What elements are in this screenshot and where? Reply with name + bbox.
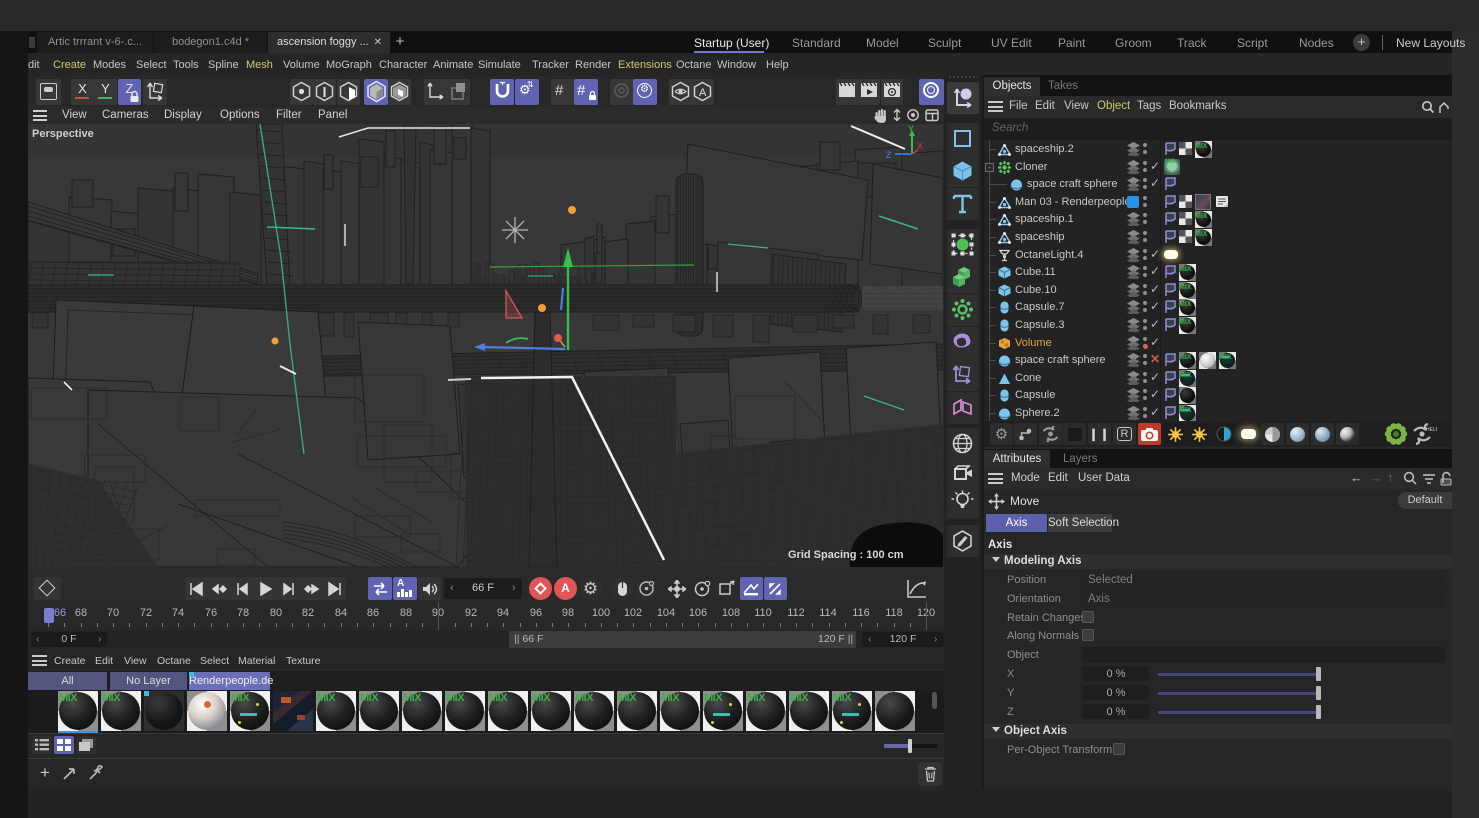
svg-text:X: X bbox=[917, 141, 923, 151]
svg-text:A: A bbox=[699, 87, 707, 99]
svg-text:Z: Z bbox=[886, 150, 892, 160]
svg-text:Grid Spacing : 100 cm: Grid Spacing : 100 cm bbox=[788, 549, 904, 561]
svg-text:Y: Y bbox=[908, 124, 914, 134]
svg-text:HELP: HELP bbox=[1426, 427, 1437, 433]
svg-text:Perspective: Perspective bbox=[32, 128, 94, 140]
